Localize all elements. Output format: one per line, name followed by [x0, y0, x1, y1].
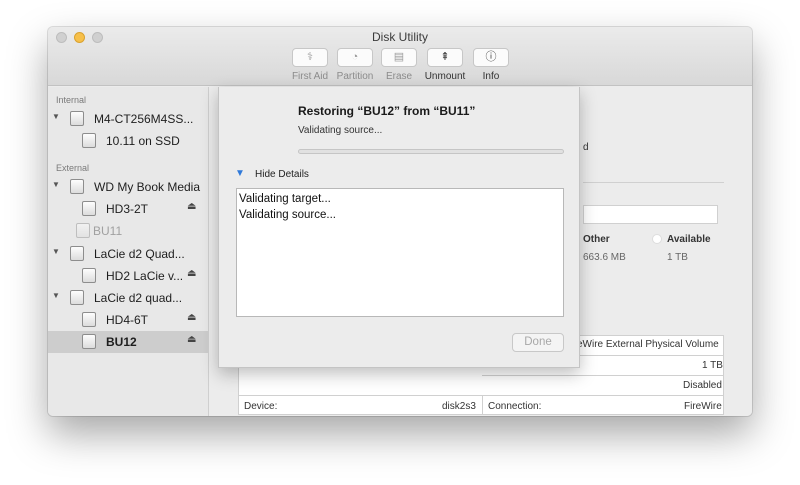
erase-label: Erase — [385, 71, 413, 82]
sidebar-item-hd4-6t[interactable]: HD4-6T ⏏ — [48, 309, 208, 331]
disclosure-triangle-icon[interactable]: ▼ — [52, 112, 60, 121]
eject-icon[interactable]: ⏏ — [187, 312, 196, 323]
row-divider — [239, 395, 723, 396]
done-button[interactable]: Done — [512, 333, 564, 352]
hard-drive-icon — [70, 179, 84, 194]
other-label: Other — [583, 234, 610, 245]
external-header: External — [56, 163, 90, 173]
info-icon: ⓘ — [473, 48, 509, 67]
first-aid-label: First Aid — [291, 71, 329, 82]
log-line: Validating target... — [239, 193, 331, 205]
hard-drive-icon — [70, 111, 84, 126]
internal-header: Internal — [56, 95, 87, 105]
unmount-tool[interactable]: ⇞ Unmount — [422, 48, 468, 82]
partial-text: d — [583, 142, 589, 153]
log-line: Validating source... — [239, 209, 336, 221]
erase-icon: ▤ — [381, 48, 417, 67]
sidebar-item-label: LaCie d2 Quad... — [94, 247, 185, 261]
first-aid-tool[interactable]: ⚕ First Aid — [287, 48, 333, 82]
eject-icon[interactable]: ⏏ — [187, 268, 196, 279]
other-value: 663.6 MB — [583, 252, 626, 263]
info-label: Info — [482, 71, 500, 82]
disk-utility-window: Disk Utility ⚕ First Aid ◔ Partition ▤ E… — [48, 27, 752, 416]
usage-bar — [583, 205, 718, 224]
connection-label: Connection: — [488, 401, 542, 412]
sidebar-item-label: LaCie d2 quad... — [94, 291, 183, 305]
disclosure-triangle-icon[interactable]: ▼ — [52, 291, 60, 300]
device-value: disk2s3 — [442, 401, 476, 412]
sidebar-item-label: WD My Book Media — [94, 180, 201, 194]
volume-icon — [76, 223, 90, 238]
stethoscope-icon: ⚕ — [292, 48, 328, 67]
partition-tool[interactable]: ◔ Partition — [332, 48, 378, 82]
divider — [583, 182, 724, 183]
sidebar-item-lacie-d2-quad-1[interactable]: ▼ LaCie d2 Quad... — [48, 243, 208, 265]
sidebar-item-bu12[interactable]: BU12 ⏏ — [48, 331, 208, 353]
sidebar-item-m4-ct256[interactable]: ▼ M4-CT256M4SS... — [48, 108, 208, 130]
hide-details-toggle[interactable]: Hide Details — [255, 169, 309, 180]
connection-value: FireWire — [684, 401, 722, 412]
volume-icon — [82, 268, 96, 283]
sidebar-item-lacie-d2-quad-2[interactable]: ▼ LaCie d2 quad... — [48, 287, 208, 309]
owners-value: Disabled — [683, 380, 722, 391]
sidebar-item-wd-my-book[interactable]: ▼ WD My Book Media — [48, 176, 208, 198]
partition-icon: ◔ — [337, 48, 373, 67]
partition-label: Partition — [336, 71, 374, 82]
sidebar-item-label: BU12 — [106, 335, 137, 349]
sidebar-item-hd3-2t[interactable]: HD3-2T ⏏ — [48, 198, 208, 220]
sidebar-item-label: BU11 — [93, 224, 123, 238]
sheet-status: Validating source... — [298, 125, 383, 136]
connection-type-value: eWire External Physical Volume — [577, 339, 719, 350]
device-label: Device: — [244, 401, 278, 412]
sidebar-item-hd2-lacie[interactable]: HD2 LaCie v... ⏏ — [48, 265, 208, 287]
hard-drive-icon — [70, 246, 84, 261]
hard-drive-icon — [70, 290, 84, 305]
info-tool[interactable]: ⓘ Info — [468, 48, 514, 82]
restore-progress-bar — [298, 149, 564, 154]
row-divider — [482, 375, 723, 376]
disclosure-triangle-icon[interactable]: ▼ — [235, 168, 245, 179]
sidebar-item-label: M4-CT256M4SS... — [94, 112, 194, 126]
volume-icon — [82, 201, 96, 216]
sidebar-item-10-11-on-ssd[interactable]: 10.11 on SSD — [48, 130, 208, 152]
volume-icon — [82, 334, 96, 349]
unmount-icon: ⇞ — [427, 48, 463, 67]
details-log: Validating target... Validating source..… — [236, 188, 564, 317]
disclosure-triangle-icon[interactable]: ▼ — [52, 247, 60, 256]
disclosure-triangle-icon[interactable]: ▼ — [52, 180, 60, 189]
available-value: 1 TB — [667, 252, 688, 263]
unmount-label: Unmount — [424, 71, 466, 82]
capacity-value: 1 TB — [702, 360, 723, 371]
eject-icon[interactable]: ⏏ — [187, 201, 196, 212]
column-divider — [482, 395, 483, 414]
available-label: Available — [667, 234, 711, 245]
window-title: Disk Utility — [372, 30, 428, 44]
sidebar-item-label: HD3-2T — [106, 202, 149, 216]
volume-icon — [82, 312, 96, 327]
titlebar: Disk Utility ⚕ First Aid ◔ Partition ▤ E… — [48, 27, 752, 86]
restore-sheet: Restoring “BU12” from “BU11” Validating … — [218, 87, 580, 368]
volume-icon — [82, 133, 96, 148]
sidebar-item-label: HD2 LaCie v... — [106, 269, 184, 283]
sidebar: Internal ▼ M4-CT256M4SS... 10.11 on SSD … — [48, 87, 209, 416]
sheet-title: Restoring “BU12” from “BU11” — [298, 104, 476, 118]
sidebar-item-bu11[interactable]: BU11 — [48, 220, 208, 242]
eject-icon[interactable]: ⏏ — [187, 334, 196, 345]
sidebar-item-label: HD4-6T — [106, 313, 149, 327]
erase-tool[interactable]: ▤ Erase — [376, 48, 422, 82]
available-swatch — [652, 234, 662, 244]
sidebar-item-label: 10.11 on SSD — [106, 134, 180, 148]
